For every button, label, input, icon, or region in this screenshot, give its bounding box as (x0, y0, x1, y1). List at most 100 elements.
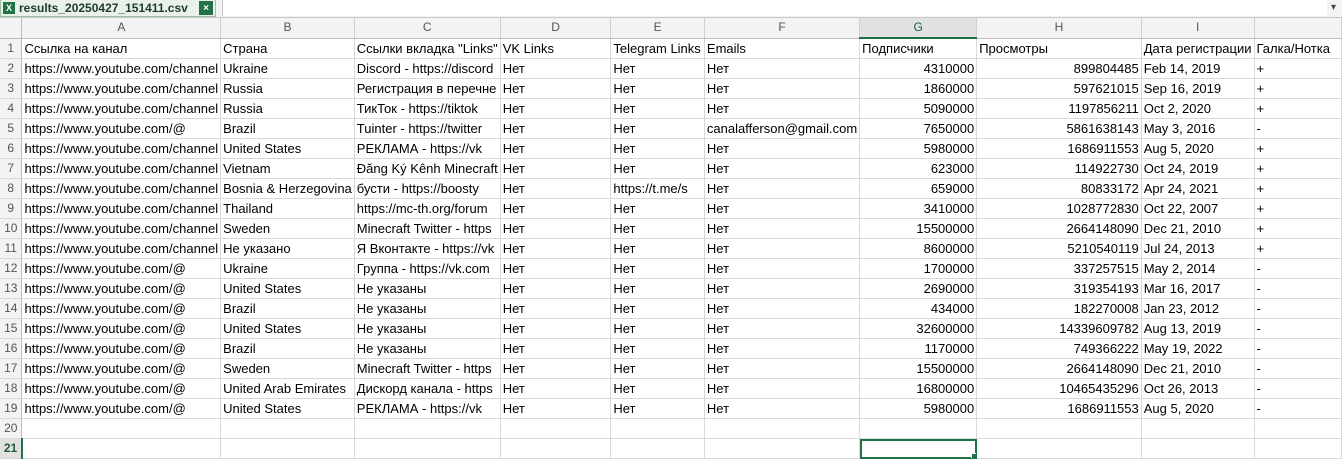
close-icon[interactable]: × (199, 1, 213, 15)
cell[interactable]: Vietnam (220, 158, 355, 179)
header-cell[interactable]: Emails (704, 38, 861, 59)
cell[interactable]: - (1254, 278, 1342, 299)
cell[interactable]: 7650000 (859, 118, 978, 139)
cell[interactable]: Я Вконтакте - https://vk (354, 238, 501, 259)
header-cell[interactable]: Страна (220, 38, 355, 59)
row-header[interactable]: 19 (0, 398, 23, 419)
cell[interactable]: 8600000 (859, 238, 978, 259)
cell[interactable]: Нет (500, 138, 612, 159)
cell[interactable]: Mar 16, 2017 (1141, 278, 1255, 299)
cell[interactable]: РЕКЛАМА - https://vk (354, 138, 501, 159)
cell[interactable]: 15500000 (859, 358, 978, 379)
cell[interactable] (500, 438, 612, 459)
cell[interactable]: Нет (610, 98, 705, 119)
cell[interactable]: - (1254, 398, 1342, 419)
column-header-e[interactable]: E (610, 18, 705, 39)
cell[interactable]: 899804485 (976, 58, 1142, 79)
cell[interactable]: + (1254, 98, 1342, 119)
cell[interactable]: Jan 23, 2012 (1141, 298, 1255, 319)
cell[interactable]: 1860000 (859, 78, 978, 99)
cell[interactable] (704, 438, 861, 459)
cell[interactable]: Нет (704, 58, 861, 79)
cell[interactable] (976, 418, 1142, 439)
cell[interactable]: Đăng Ký Kênh Minecraft (354, 158, 501, 179)
cell[interactable] (1141, 438, 1255, 459)
cell[interactable]: https://www.youtube.com/@ (21, 398, 222, 419)
cell[interactable]: https://www.youtube.com/@ (21, 298, 222, 319)
cell[interactable]: Minecraft Twitter - https (354, 358, 501, 379)
cell[interactable]: May 3, 2016 (1141, 118, 1255, 139)
cell[interactable]: - (1254, 378, 1342, 399)
cell[interactable]: United Arab Emirates (220, 378, 355, 399)
column-header-g[interactable]: G (859, 18, 978, 39)
cell[interactable]: Нет (704, 178, 861, 199)
row-header[interactable]: 21 (0, 438, 23, 459)
cell[interactable] (1254, 438, 1342, 459)
cell[interactable]: Нет (704, 78, 861, 99)
cell[interactable]: 1170000 (859, 338, 978, 359)
row-header[interactable]: 14 (0, 298, 23, 319)
cell[interactable]: Нет (704, 338, 861, 359)
cell[interactable]: Apr 24, 2021 (1141, 178, 1255, 199)
cell[interactable]: - (1254, 258, 1342, 279)
cell[interactable]: Aug 5, 2020 (1141, 138, 1255, 159)
cell[interactable]: Oct 2, 2020 (1141, 98, 1255, 119)
select-all-corner[interactable] (0, 18, 23, 39)
cell[interactable]: Не указаны (354, 278, 501, 299)
row-header[interactable]: 6 (0, 138, 23, 159)
cell[interactable]: + (1254, 178, 1342, 199)
cell[interactable]: Нет (500, 198, 612, 219)
cell[interactable]: Brazil (220, 118, 355, 139)
cell[interactable]: Discord - https://discord (354, 58, 501, 79)
cell[interactable]: + (1254, 198, 1342, 219)
cell[interactable]: https://www.youtube.com/channel (21, 198, 222, 219)
cell[interactable]: Нет (500, 178, 612, 199)
cell[interactable] (976, 438, 1142, 459)
cell[interactable]: 1686911553 (976, 398, 1142, 419)
cell[interactable]: United States (220, 278, 355, 299)
cell[interactable]: https://www.youtube.com/channel (21, 158, 222, 179)
cell[interactable]: 15500000 (859, 218, 978, 239)
cell[interactable]: Нет (610, 338, 705, 359)
row-header[interactable]: 20 (0, 418, 23, 439)
cell[interactable]: Нет (500, 398, 612, 419)
cell[interactable]: Нет (610, 278, 705, 299)
header-cell[interactable]: Галка/Нотка (1254, 38, 1342, 59)
cell[interactable]: United States (220, 318, 355, 339)
cell[interactable]: 16800000 (859, 378, 978, 399)
row-header[interactable]: 2 (0, 58, 23, 79)
cell[interactable]: May 2, 2014 (1141, 258, 1255, 279)
header-cell[interactable]: VK Links (500, 38, 612, 59)
cell[interactable]: Нет (704, 198, 861, 219)
cell[interactable]: Oct 26, 2013 (1141, 378, 1255, 399)
cell[interactable]: Brazil (220, 298, 355, 319)
header-cell[interactable]: Telegram Links (610, 38, 705, 59)
cell[interactable]: Dec 21, 2010 (1141, 358, 1255, 379)
row-header[interactable]: 13 (0, 278, 23, 299)
cell[interactable]: 2664148090 (976, 218, 1142, 239)
cell[interactable]: Нет (704, 318, 861, 339)
cell[interactable]: 337257515 (976, 258, 1142, 279)
cell[interactable]: Нет (500, 358, 612, 379)
cell[interactable]: Brazil (220, 338, 355, 359)
row-header[interactable]: 15 (0, 318, 23, 339)
row-header[interactable]: 7 (0, 158, 23, 179)
cell[interactable]: - (1254, 358, 1342, 379)
cell[interactable]: Thailand (220, 198, 355, 219)
cell[interactable]: Нет (704, 238, 861, 259)
cell[interactable] (21, 418, 222, 439)
cell[interactable]: Нет (704, 298, 861, 319)
cell[interactable]: https://mc-th.org/forum (354, 198, 501, 219)
cell[interactable]: ТикТок - https://tiktok (354, 98, 501, 119)
cell[interactable]: https://www.youtube.com/channel (21, 58, 222, 79)
header-cell[interactable]: Ссылки вкладка "Links" (354, 38, 501, 59)
cell[interactable]: https://www.youtube.com/channel (21, 138, 222, 159)
cell[interactable]: Oct 24, 2019 (1141, 158, 1255, 179)
cell[interactable]: 434000 (859, 298, 978, 319)
cell[interactable]: https://www.youtube.com/channel (21, 238, 222, 259)
cell[interactable]: Не указаны (354, 298, 501, 319)
cell[interactable]: 114922730 (976, 158, 1142, 179)
row-header[interactable]: 3 (0, 78, 23, 99)
cell[interactable]: 10465435296 (976, 378, 1142, 399)
cell[interactable]: Russia (220, 78, 355, 99)
